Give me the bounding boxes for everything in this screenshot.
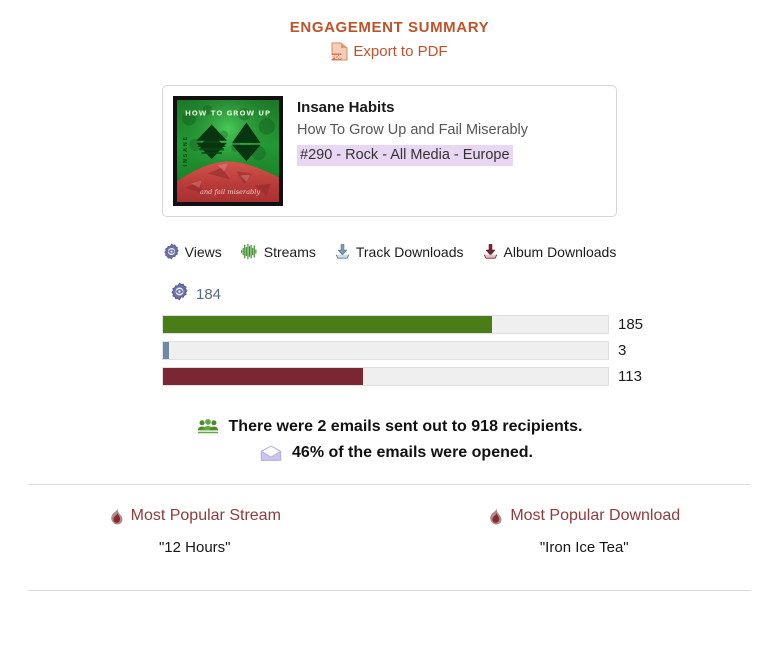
email-summary: There were 2 emails sent out to 918 reci… [0, 418, 779, 462]
most-popular-download: Most Popular Download "Iron Ice Tea" [390, 507, 779, 556]
legend-label-album-downloads: Album Downloads [503, 243, 617, 260]
divider-top [28, 484, 751, 485]
album-artwork: HOW TO GROW UP INSANE and fail miserably [173, 96, 283, 206]
email-recipients-text: There were 2 emails sent out to 918 reci… [228, 418, 583, 435]
most-popular-section: Most Popular Stream "12 Hours" Most Popu… [0, 507, 779, 556]
bar-fill-streams [163, 316, 493, 333]
views-gear-eye-icon [170, 282, 189, 306]
most-popular-stream: Most Popular Stream "12 Hours" [0, 507, 390, 556]
legend-label-track-downloads: Track Downloads [355, 243, 464, 260]
waveform-icon [240, 243, 259, 260]
email-opened-text: 46% of the emails were opened. [292, 444, 533, 461]
download-tray-icon [334, 243, 351, 260]
release-album-title: How To Grow Up and Fail Miserably [297, 121, 529, 138]
legend-label-streams: Streams [263, 243, 316, 260]
most-popular-stream-heading: Most Popular Stream [109, 507, 281, 525]
legend-item-track-downloads[interactable]: Track Downloads [334, 243, 464, 260]
page-title: ENGAGEMENT SUMMARY [289, 19, 490, 36]
bar-row-album-downloads: 113 [162, 367, 642, 386]
bar-track-album-downloads [162, 367, 609, 386]
export-to-pdf-button[interactable]: PDF Export to PDF [331, 42, 448, 61]
bar-fill-album-downloads [163, 368, 364, 385]
bar-value-track-downloads: 3 [618, 342, 627, 359]
views-gear-eye-icon [163, 243, 180, 260]
bar-value-streams: 185 [618, 316, 644, 333]
most-popular-stream-label: Most Popular Stream [130, 507, 281, 525]
most-popular-download-label: Most Popular Download [510, 507, 681, 525]
bar-row-streams: 185 [162, 315, 643, 334]
email-opened-line: 46% of the emails were opened. [0, 444, 779, 462]
email-recipients-line: There were 2 emails sent out to 918 reci… [0, 418, 779, 436]
bar-value-album-downloads: 113 [618, 368, 642, 385]
views-count: 184 [196, 285, 222, 303]
export-to-pdf-label: Export to PDF [353, 43, 448, 60]
bar-track-streams [162, 315, 609, 334]
flame-icon [109, 507, 124, 525]
bar-row-track-downloads: 3 [162, 341, 626, 360]
release-tagline: #290 - Rock - All Media - Europe [297, 145, 513, 166]
views-summary: 184 [170, 282, 617, 306]
legend-label-views: Views [184, 243, 222, 260]
svg-text:HOW TO GROW UP: HOW TO GROW UP [185, 108, 271, 117]
svg-text:INSANE: INSANE [183, 135, 189, 166]
people-group-icon [197, 418, 219, 436]
most-popular-download-value: "Iron Ice Tea" [539, 539, 629, 556]
legend-item-streams[interactable]: Streams [240, 243, 316, 260]
metric-legend: Views Streams Track Downloads Album Down… [0, 243, 779, 260]
svg-text:PDF: PDF [332, 55, 343, 61]
legend-item-views[interactable]: Views [163, 243, 222, 260]
release-card-wrapper: HOW TO GROW UP INSANE and fail miserably… [0, 85, 779, 217]
bar-track-track-downloads [162, 341, 609, 360]
flame-icon [488, 507, 503, 525]
divider-bottom [28, 590, 751, 591]
export-row: PDF Export to PDF [0, 42, 779, 65]
svg-text:and fail miserably: and fail miserably [200, 188, 261, 196]
stats-block: 184 185 3 113 [162, 282, 643, 386]
pdf-file-icon: PDF [331, 42, 348, 61]
legend-item-album-downloads[interactable]: Album Downloads [482, 243, 617, 260]
envelope-open-icon [260, 445, 282, 462]
download-tray-icon [482, 243, 499, 260]
most-popular-stream-value: "12 Hours" [158, 539, 231, 556]
most-popular-download-heading: Most Popular Download [488, 507, 680, 525]
bar-fill-track-downloads [163, 342, 169, 359]
release-card[interactable]: HOW TO GROW UP INSANE and fail miserably… [162, 85, 617, 217]
release-meta: Insane Habits How To Grow Up and Fail Mi… [297, 96, 528, 206]
release-artist: Insane Habits [297, 99, 395, 116]
